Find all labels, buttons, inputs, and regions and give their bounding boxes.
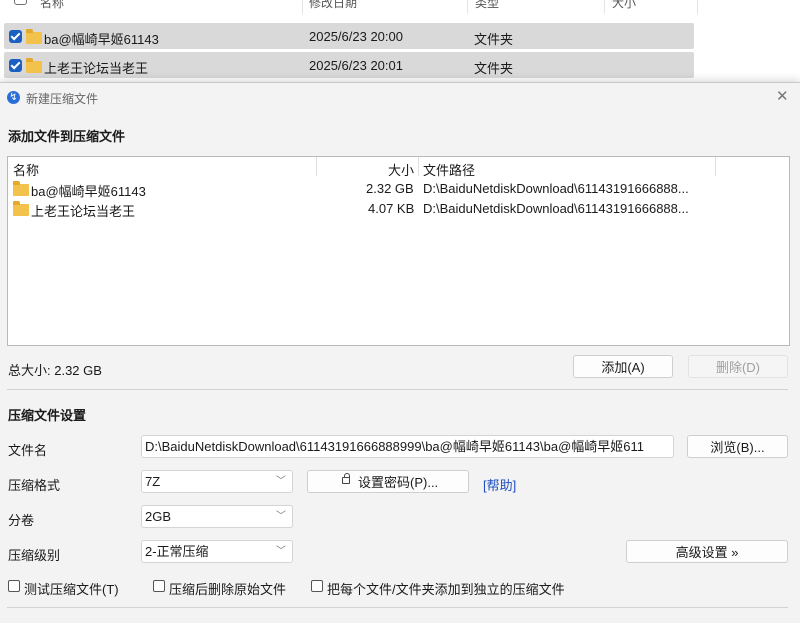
format-select[interactable]: 7Z ﹀	[141, 470, 293, 493]
bottom-divider	[7, 607, 788, 608]
dialog-title: 新建压缩文件	[26, 92, 99, 106]
test-archive-checkbox[interactable]	[8, 580, 20, 592]
close-icon[interactable]: ✕	[776, 87, 789, 105]
help-link[interactable]: [帮助]	[483, 475, 516, 494]
row-checkbox[interactable]	[9, 59, 22, 72]
folder-icon	[13, 181, 29, 196]
chevron-down-icon: ﹀	[276, 476, 286, 487]
level-label: 压缩级别	[8, 548, 61, 563]
split-select[interactable]: 2GB ﹀	[141, 505, 293, 528]
new-archive-dialog: ↯ 新建压缩文件 ✕ 添加文件到压缩文件 名称 大小 文件路径 ba@幅崎早姬6…	[0, 82, 800, 623]
level-value: 2-正常压缩	[145, 544, 209, 559]
file-list-col-path[interactable]: 文件路径	[423, 160, 475, 179]
add-files-section-title: 添加文件到压缩文件	[8, 129, 126, 144]
set-password-label: 设置密码(P)...	[358, 475, 439, 490]
column-type[interactable]: 类型	[475, 0, 499, 11]
file-explorer-background: 名称 修改日期 类型 大小 ba@幅崎早姬61143 2025/6/23 20:…	[0, 0, 800, 84]
column-date[interactable]: 修改日期	[309, 0, 357, 11]
file-name: ba@幅崎早姬61143	[31, 184, 146, 199]
file-list-row[interactable]: 上老王论坛当老王 4.07 KB D:\BaiduNetdiskDownload…	[8, 199, 789, 219]
lock-icon	[342, 473, 350, 484]
row-name: 上老王论坛当老王	[44, 61, 149, 76]
row-date: 2025/6/23 20:01	[309, 58, 403, 73]
explorer-row[interactable]: ba@幅崎早姬61143 2025/6/23 20:00 文件夹	[4, 23, 694, 49]
filename-label: 文件名	[8, 443, 48, 458]
row-name: ba@幅崎早姬61143	[44, 32, 159, 47]
level-select[interactable]: 2-正常压缩 ﹀	[141, 540, 293, 563]
row-checkbox[interactable]	[9, 30, 22, 43]
file-size: 4.07 KB	[368, 201, 415, 216]
column-name[interactable]: 名称	[40, 0, 64, 11]
folder-icon	[26, 29, 42, 44]
separate-archives-checkbox[interactable]	[311, 580, 323, 592]
split-value: 2GB	[145, 509, 172, 524]
add-button[interactable]: 添加(A)	[573, 355, 673, 378]
file-list-row[interactable]: ba@幅崎早姬61143 2.32 GB D:\BaiduNetdiskDown…	[8, 179, 789, 199]
set-password-button[interactable]: 设置密码(P)...	[307, 470, 469, 493]
filename-input[interactable]: D:\BaiduNetdiskDownload\6114319166688899…	[141, 435, 674, 458]
format-value: 7Z	[145, 474, 161, 489]
chevron-down-icon: ﹀	[276, 511, 286, 522]
browse-button[interactable]: 浏览(B)...	[687, 435, 788, 458]
select-all-checkbox[interactable]	[14, 0, 27, 5]
row-type: 文件夹	[474, 32, 514, 47]
file-name: 上老王论坛当老王	[31, 204, 136, 219]
split-label: 分卷	[8, 513, 35, 528]
file-list-col-size[interactable]: 大小	[388, 160, 414, 179]
folder-icon	[26, 58, 42, 73]
settings-section-title: 压缩文件设置	[8, 408, 87, 423]
chevron-down-icon: ﹀	[276, 546, 286, 557]
row-type: 文件夹	[474, 61, 514, 76]
delete-button[interactable]: 删除(D)	[688, 355, 788, 378]
explorer-row[interactable]: 上老王论坛当老王 2025/6/23 20:01 文件夹	[4, 52, 694, 78]
file-list[interactable]: 名称 大小 文件路径 ba@幅崎早姬61143 2.32 GB D:\Baidu…	[7, 156, 790, 346]
test-archive-label: 测试压缩文件(T)	[24, 582, 119, 597]
separate-archives-label: 把每个文件/文件夹添加到独立的压缩文件	[327, 582, 565, 597]
app-logo-icon: ↯	[7, 91, 20, 104]
dialog-titlebar[interactable]: ↯ 新建压缩文件 ✕	[0, 83, 800, 111]
column-size[interactable]: 大小	[612, 0, 636, 11]
file-list-col-name[interactable]: 名称	[13, 160, 39, 179]
delete-after-label: 压缩后删除原始文件	[169, 582, 287, 597]
delete-after-checkbox[interactable]	[153, 580, 165, 592]
file-size: 2.32 GB	[366, 181, 414, 196]
row-date: 2025/6/23 20:00	[309, 29, 403, 44]
section-divider	[7, 389, 788, 390]
format-label: 压缩格式	[8, 478, 61, 493]
advanced-settings-button[interactable]: 高级设置 »	[626, 540, 788, 563]
folder-icon	[13, 201, 29, 216]
file-path: D:\BaiduNetdiskDownload\61143191666888..…	[423, 201, 689, 216]
file-path: D:\BaiduNetdiskDownload\61143191666888..…	[423, 181, 689, 196]
explorer-column-header: 名称 修改日期 类型 大小	[0, 0, 700, 12]
total-size: 总大小: 2.32 GB	[8, 363, 102, 378]
